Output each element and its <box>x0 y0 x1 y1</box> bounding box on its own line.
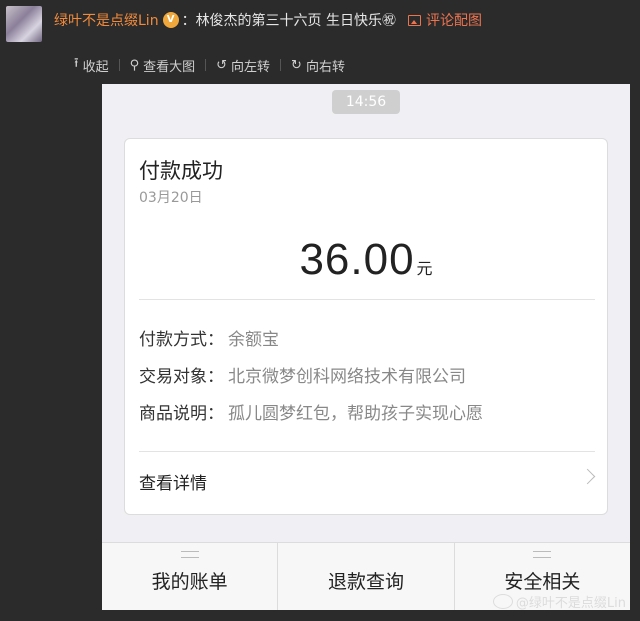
amount-value: 36.00 <box>299 235 415 284</box>
comment-pic-label: 评论配图 <box>426 13 483 29</box>
post-text: 林俊杰的第三十六页 生日快乐 <box>195 13 383 29</box>
menu-icon <box>180 551 199 558</box>
rotate-left-icon: ↺ <box>216 57 228 73</box>
row-value: 孤儿圆梦红包，帮助孩子实现心愿 <box>228 404 483 424</box>
avatar[interactable] <box>6 6 42 42</box>
payment-date: 03月20日 <box>139 190 203 206</box>
tab-label: 退款查询 <box>327 571 404 593</box>
watermark-text: @绿叶不是点缀Lin <box>515 596 626 611</box>
chat-timestamp: 14:56 <box>332 90 400 114</box>
row-label: 商品说明： <box>139 404 224 424</box>
username-link[interactable]: 绿叶不是点缀Lin <box>54 10 159 30</box>
counterparty-row: 交易对象： 北京微梦创科网络技术有限公司 <box>139 362 466 387</box>
image-toolbar: ⭱ 收起 ⚲ 查看大图 ↺ 向左转 ↻ 向右转 <box>74 54 345 76</box>
rotate-left-button[interactable]: ↺ 向左转 <box>216 56 270 75</box>
tab-label: 安全相关 <box>504 571 581 593</box>
row-value: 余额宝 <box>228 330 279 350</box>
toolbar-divider <box>118 59 120 71</box>
collapse-button[interactable]: ⭱ 收起 <box>74 54 109 76</box>
row-label: 付款方式： <box>139 330 224 350</box>
payment-amount: 36.00 元 <box>125 235 607 285</box>
rotate-right-label: 向右转 <box>305 59 345 75</box>
amount-unit: 元 <box>416 259 433 278</box>
celebrate-emoji-icon: ㊗ <box>382 13 397 29</box>
view-large-button[interactable]: ⚲ 查看大图 <box>130 56 196 75</box>
collapse-label: 收起 <box>82 59 109 75</box>
divider <box>139 451 595 452</box>
weibo-watermark: @绿叶不是点缀Lin <box>492 592 626 611</box>
chevron-right-icon <box>579 468 596 485</box>
payment-title: 付款成功 <box>139 159 223 183</box>
payment-card: 付款成功 03月20日 36.00 元 付款方式： 余额宝 交易对象： 北京微梦创科网… <box>124 138 608 515</box>
screenshot-image[interactable]: 14:56 付款成功 03月20日 36.00 元 付款方式： 余额宝 交易对象：北… <box>102 84 630 610</box>
view-details-link[interactable]: 查看详情 <box>139 469 207 494</box>
tab-my-bills[interactable]: 我的账单 <box>102 543 277 610</box>
tab-label: 我的账单 <box>151 571 228 593</box>
weibo-icon <box>492 594 513 609</box>
rotate-left-label: 向左转 <box>231 59 271 75</box>
toolbar-divider <box>205 59 207 71</box>
verified-badge-icon: V <box>162 12 179 28</box>
row-label: 交易对象： <box>139 367 224 387</box>
search-icon: ⚲ <box>129 57 140 73</box>
post-colon: ： <box>181 13 196 29</box>
tab-refund-query[interactable]: 退款查询 <box>277 543 453 610</box>
collapse-icon: ⭱ <box>74 56 79 71</box>
comment-pic-link[interactable]: 评论配图 <box>408 10 482 30</box>
row-value: 北京微梦创科网络技术有限公司 <box>228 367 466 387</box>
payment-method-row: 付款方式： 余额宝 <box>139 325 279 350</box>
picture-icon <box>408 14 422 26</box>
menu-icon <box>533 551 552 558</box>
divider <box>139 299 595 300</box>
toolbar-divider <box>280 59 282 71</box>
description-row: 商品说明： 孤儿圆梦红包，帮助孩子实现心愿 <box>139 399 483 424</box>
post-header: 绿叶不是点缀Lin V ： 林俊杰的第三十六页 生日快乐 ㊗ 评论配图 <box>54 9 482 31</box>
view-large-label: 查看大图 <box>143 59 196 75</box>
rotate-right-button[interactable]: ↻ 向右转 <box>291 56 345 75</box>
rotate-right-icon: ↻ <box>291 57 302 73</box>
